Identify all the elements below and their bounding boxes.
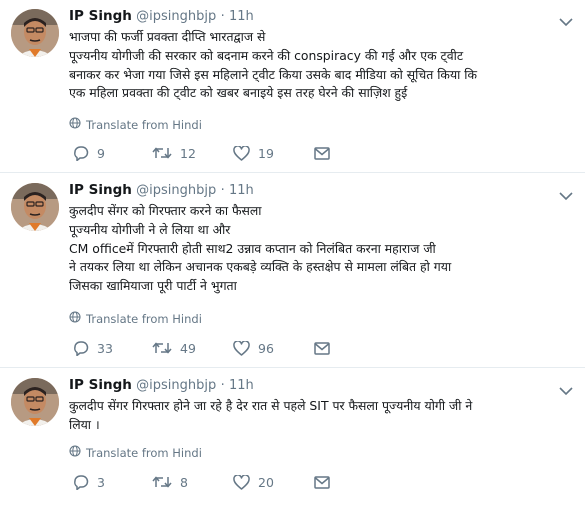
author-handle[interactable]: @ipsinghbjp [136, 378, 216, 393]
like-count: 20 [258, 474, 274, 490]
like-button[interactable]: 20 [233, 474, 314, 490]
tweet-actions: 33 49 96 [72, 340, 330, 356]
timestamp[interactable]: 11h [229, 183, 254, 198]
reply-button[interactable]: 33 [72, 340, 152, 356]
timestamp[interactable]: 11h [229, 9, 254, 24]
like-count: 96 [258, 340, 274, 356]
separator-dot: · [220, 378, 225, 393]
like-count: 19 [258, 145, 274, 161]
reply-icon [72, 474, 89, 490]
direct-message-button[interactable] [314, 341, 330, 355]
translate-label: Translate from Hindi [86, 445, 202, 460]
tweet-header: IP Singh @ipsinghbjp · 11h [69, 377, 254, 393]
translate-label: Translate from Hindi [86, 311, 202, 326]
reply-count: 9 [97, 145, 105, 161]
tweet-text-line: भाजपा की फर्जी प्रवक्ता दीप्ति भारतद्वाज… [69, 29, 266, 44]
retweet-icon [152, 146, 172, 160]
globe-icon [69, 117, 81, 132]
reply-button[interactable]: 9 [72, 145, 152, 161]
tweet-text-line: CM officeमें गिरफ्तारी होती साथ2 उन्नाव … [69, 240, 436, 256]
envelope-icon [314, 341, 330, 355]
retweet-count: 12 [180, 145, 196, 161]
tweet-text-line: लिया । [69, 416, 100, 432]
author-name[interactable]: IP Singh [69, 8, 132, 24]
separator-dot: · [220, 183, 225, 198]
heart-icon [233, 474, 250, 490]
translate-label: Translate from Hindi [86, 117, 202, 132]
tweet-text-line: बनाकर कर भेजा गया जिसे इस महिलाने ट्वीट … [69, 66, 478, 82]
tweet[interactable]: IP Singh @ipsinghbjp · 11h कुलदीप सेंगर … [0, 369, 585, 507]
tweet[interactable]: IP Singh @ipsinghbjp · 11h भाजपा की फर्ज… [0, 0, 585, 173]
retweet-button[interactable]: 49 [152, 341, 233, 356]
translate-link[interactable]: Translate from Hindi [69, 445, 202, 460]
avatar[interactable] [11, 9, 59, 57]
tweet-header: IP Singh @ipsinghbjp · 11h [69, 8, 254, 24]
reply-count: 3 [97, 474, 105, 490]
chevron-down-icon[interactable] [558, 12, 574, 27]
direct-message-button[interactable] [314, 475, 330, 489]
tweet-actions: 3 8 20 [72, 474, 330, 490]
retweet-icon [152, 341, 172, 355]
tweet-text-line: कुलदीप सेंगर गिरफ्तार होने जा रहे है देर… [69, 398, 473, 413]
tweet-text-line: ने तयकर लिया था लेकिन अचानक एकबड़े व्यक्… [69, 259, 452, 275]
avatar[interactable] [11, 378, 59, 426]
retweet-icon [152, 475, 172, 489]
author-name[interactable]: IP Singh [69, 182, 132, 198]
separator-dot: · [220, 9, 225, 24]
tweet-text: भाजपा की फर्जी प्रवक्ता दीप्ति भारतद्वाज… [69, 28, 574, 103]
tweet-text-line: एक महिला प्रवक्ता की ट्वीट को खबर बनाइये… [69, 85, 408, 101]
chevron-down-icon[interactable] [558, 186, 574, 201]
author-name[interactable]: IP Singh [69, 377, 132, 393]
retweet-button[interactable]: 8 [152, 475, 233, 490]
tweet-text: कुलदीप सेंगर गिरफ्तार होने जा रहे है देर… [69, 397, 574, 435]
chevron-down-icon[interactable] [558, 381, 574, 396]
translate-link[interactable]: Translate from Hindi [69, 117, 202, 132]
retweet-button[interactable]: 12 [152, 146, 233, 161]
tweet-text-line: पूज्यनीय योगीजी ने ले लिया था और [69, 221, 231, 237]
author-handle[interactable]: @ipsinghbjp [136, 183, 216, 198]
avatar[interactable] [11, 183, 59, 231]
reply-button[interactable]: 3 [72, 474, 152, 490]
tweet[interactable]: IP Singh @ipsinghbjp · 11h कुलदीप सेंगर … [0, 174, 585, 368]
like-button[interactable]: 19 [233, 145, 314, 161]
tweet-actions: 9 12 19 [72, 145, 330, 161]
like-button[interactable]: 96 [233, 340, 314, 356]
tweet-text-line: कुलदीप सेंगर को गिरफ्तार करने का फैसला [69, 203, 262, 218]
tweet-text: कुलदीप सेंगर को गिरफ्तार करने का फैसला प… [69, 202, 574, 296]
envelope-icon [314, 475, 330, 489]
globe-icon [69, 311, 81, 326]
heart-icon [233, 145, 250, 161]
reply-icon [72, 340, 89, 356]
retweet-count: 49 [180, 340, 196, 356]
tweet-header: IP Singh @ipsinghbjp · 11h [69, 182, 254, 198]
reply-count: 33 [97, 340, 113, 356]
retweet-count: 8 [180, 474, 188, 490]
reply-icon [72, 145, 89, 161]
envelope-icon [314, 146, 330, 160]
tweet-text-line: पूज्यनीय योगीजी की सरकार को बदनाम करने क… [69, 47, 464, 63]
timestamp[interactable]: 11h [229, 378, 254, 393]
direct-message-button[interactable] [314, 146, 330, 160]
tweet-text-line: जिसका खामियाजा पूरी पार्टी ने भुगता [69, 278, 237, 294]
globe-icon [69, 445, 81, 460]
heart-icon [233, 340, 250, 356]
author-handle[interactable]: @ipsinghbjp [136, 9, 216, 24]
translate-link[interactable]: Translate from Hindi [69, 311, 202, 326]
